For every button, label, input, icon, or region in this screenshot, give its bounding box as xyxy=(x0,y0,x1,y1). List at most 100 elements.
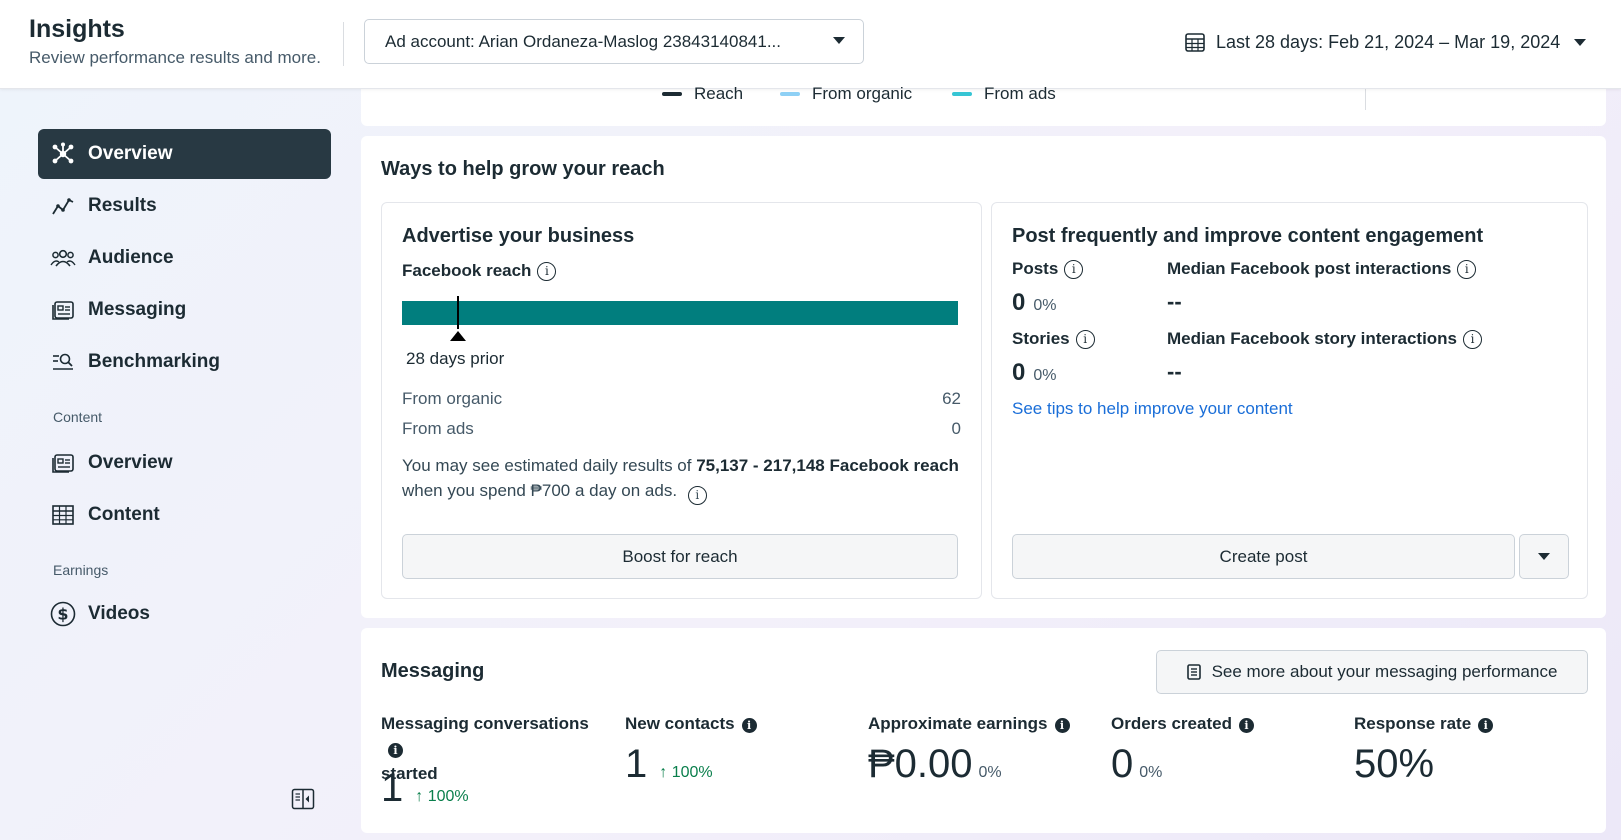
posts-label: Posts i xyxy=(1012,259,1084,279)
post-engagement-card: Post frequently and improve content enga… xyxy=(991,202,1588,599)
legend-label: Reach xyxy=(694,84,744,103)
posts-count: 0 xyxy=(1012,289,1026,316)
svg-text:$: $ xyxy=(57,605,68,624)
metric-orders-value: 0 0% xyxy=(1111,742,1162,787)
tips-link[interactable]: See tips to help improve your content xyxy=(1012,399,1293,419)
overview-icon xyxy=(50,141,76,167)
messaging-title: Messaging xyxy=(381,660,485,682)
legend-item-organic: From organic xyxy=(780,84,912,104)
stories-label-text: Stories xyxy=(1012,329,1070,348)
dollar-icon: $ xyxy=(50,601,76,627)
legend-label: From organic xyxy=(812,84,913,103)
estimate-suffix: when you spend ₱700 a day on ads. xyxy=(402,481,678,500)
metric-new-contacts-value: 1 ↑ 100% xyxy=(625,742,713,787)
metric-percent: 0% xyxy=(1139,764,1163,781)
metric-value: 1 xyxy=(625,742,648,786)
metric-response-rate-label: Response rate i xyxy=(1354,711,1494,736)
date-range-selector[interactable]: Last 28 days: Feb 21, 2024 – Mar 19, 202… xyxy=(1184,26,1587,58)
reach-marker-line xyxy=(456,296,459,329)
create-post-button[interactable]: Create post xyxy=(1012,534,1515,579)
header-divider xyxy=(343,22,344,66)
sidebar-item-label: Audience xyxy=(88,247,174,268)
metric-value: 50% xyxy=(1354,742,1435,786)
metric-value: 1 xyxy=(381,766,404,810)
messaging-icon xyxy=(50,297,76,323)
sidebar-item-content[interactable]: Content xyxy=(38,490,331,540)
chevron-down-icon xyxy=(833,37,845,44)
sidebar-item-videos[interactable]: $ Videos xyxy=(38,589,331,639)
stories-label: Stories i xyxy=(1012,329,1095,349)
info-icon[interactable]: i xyxy=(1463,329,1483,349)
page-title: Insights xyxy=(29,15,125,43)
estimate-value: 75,137 - 217,148 Facebook reach xyxy=(696,456,959,475)
chevron-down-icon xyxy=(1538,553,1550,560)
estimate-text: You may see estimated daily results of 7… xyxy=(402,453,962,505)
info-icon[interactable]: i xyxy=(1064,259,1084,279)
top-header: Insights Review performance results and … xyxy=(0,0,1621,89)
sidebar-item-label: Messaging xyxy=(88,299,187,320)
sidebar-item-label: Benchmarking xyxy=(88,351,220,372)
calendar-icon xyxy=(1185,33,1205,52)
info-icon[interactable]: i xyxy=(1478,718,1494,733)
sidebar-item-audience[interactable]: Audience xyxy=(38,233,331,283)
sidebar-item-label: Videos xyxy=(88,603,150,624)
collapse-sidebar-icon[interactable] xyxy=(291,787,315,811)
sidebar-section-content: Content xyxy=(53,409,103,425)
metric-earnings-label: Approximate earnings i xyxy=(868,711,1070,736)
sidebar-item-label: Overview xyxy=(88,143,173,164)
posts-percent: 0% xyxy=(1033,297,1057,314)
metric-label: Orders created xyxy=(1111,714,1232,733)
stories-value: 0 0% xyxy=(1012,359,1056,387)
marker-label: 28 days prior xyxy=(406,349,505,368)
metric-percent: 0% xyxy=(978,764,1002,781)
info-icon[interactable]: i xyxy=(1238,718,1254,733)
median-post-label-text: Median Facebook post interactions xyxy=(1167,259,1452,278)
sidebar-item-benchmarking[interactable]: Benchmarking xyxy=(38,337,331,387)
metric-conversations-value: 1 ↑ 100% xyxy=(381,766,469,811)
sidebar-item-messaging[interactable]: Messaging xyxy=(38,285,331,335)
info-icon[interactable]: i xyxy=(1457,259,1477,279)
median-story-label: Median Facebook story interactions i xyxy=(1167,329,1483,349)
date-range-label: Last 28 days: Feb 21, 2024 – Mar 19, 202… xyxy=(1216,31,1561,52)
see-more-messaging-button[interactable]: See more about your messaging performanc… xyxy=(1156,650,1588,694)
metric-orders-label: Orders created i xyxy=(1111,711,1254,736)
metric-value: 0 xyxy=(1111,742,1134,786)
legend-swatch xyxy=(780,92,800,96)
facebook-reach-label: Facebook reach i xyxy=(402,261,557,281)
info-icon[interactable]: i xyxy=(1054,718,1070,733)
info-icon[interactable]: i xyxy=(537,261,557,281)
see-more-label: See more about your messaging performanc… xyxy=(1211,662,1558,681)
legend-label: From ads xyxy=(984,84,1056,103)
sidebar-item-overview[interactable]: Overview xyxy=(38,129,331,179)
grow-reach-title: Ways to help grow your reach xyxy=(381,158,665,180)
messaging-card: Messaging See more about your messaging … xyxy=(361,628,1606,833)
reach-marker-triangle xyxy=(449,331,466,341)
table-icon xyxy=(50,502,76,528)
boost-for-reach-button[interactable]: Boost for reach xyxy=(402,534,958,579)
advertise-card: Advertise your business Facebook reach i… xyxy=(381,202,982,599)
legend-swatch xyxy=(952,92,972,96)
page-subtitle: Review performance results and more. xyxy=(29,48,321,67)
sidebar-item-content-overview[interactable]: Overview xyxy=(38,438,331,488)
sidebar-item-label: Results xyxy=(88,195,157,216)
metric-change: ↑ 100% xyxy=(415,788,469,805)
info-icon[interactable]: i xyxy=(1075,329,1095,349)
info-icon[interactable]: i xyxy=(687,486,707,505)
from-organic-value: 62 xyxy=(942,389,961,408)
advertise-title: Advertise your business xyxy=(402,225,635,247)
ad-account-selector[interactable]: Ad account: Arian Ordaneza-Maslog 238431… xyxy=(364,19,864,64)
metric-change: ↑ 100% xyxy=(659,764,713,781)
legend-item-reach: Reach xyxy=(662,84,743,104)
stories-count: 0 xyxy=(1012,359,1026,386)
info-icon[interactable]: i xyxy=(741,718,757,733)
from-ads-value: 0 xyxy=(951,419,961,438)
metric-change-text: 100% xyxy=(427,788,469,805)
sidebar-item-label: Content xyxy=(88,504,160,525)
create-post-options-button[interactable] xyxy=(1519,534,1569,579)
post-engagement-title: Post frequently and improve content enga… xyxy=(1012,225,1484,247)
info-icon[interactable]: i xyxy=(388,743,403,758)
audience-icon xyxy=(50,245,76,271)
sidebar-item-results[interactable]: Results xyxy=(38,181,331,231)
legend-swatch xyxy=(662,92,682,96)
median-post-value: -- xyxy=(1167,289,1182,314)
